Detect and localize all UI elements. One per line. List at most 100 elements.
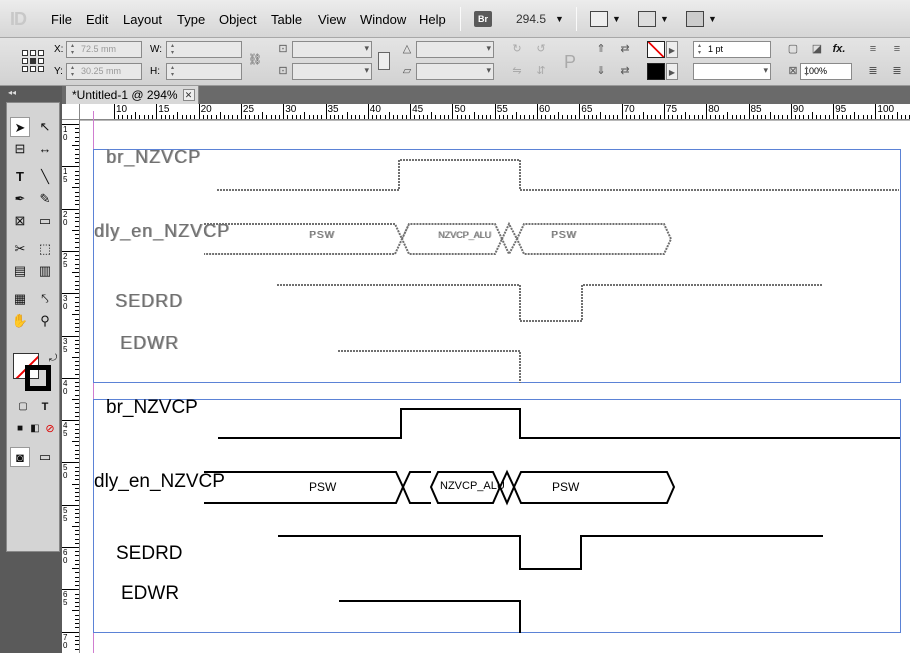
zoom-level[interactable]: 294.5 [516, 12, 546, 26]
menu-type[interactable]: Type [177, 12, 205, 27]
line-tool-icon[interactable]: ╲ [35, 167, 55, 187]
selection-tool-icon[interactable]: ➤ [10, 117, 30, 137]
ruler-tick [75, 195, 79, 197]
flip-vertical-icon[interactable]: ⇵ [532, 63, 550, 80]
ruler-tick [75, 322, 79, 324]
align-center-icon[interactable]: ≡ [888, 41, 906, 58]
rectangle-frame-tool-icon[interactable]: ⊠ [10, 211, 30, 231]
select-previous-icon[interactable]: ⇄ [616, 41, 634, 58]
menu-help[interactable]: Help [419, 12, 446, 27]
gradient-feather-tool-icon[interactable]: ▥ [35, 261, 55, 281]
screen-mode-button[interactable] [638, 11, 656, 27]
scale-x-select[interactable] [292, 41, 372, 58]
type-tool-icon[interactable]: T [10, 167, 30, 187]
tools-panel: ◂◂ ➤ ↖ ⊟ ↔ T ╲ ✒ ✎ ⊠ ▭ ✂ ⬚ ▤ ▥ ▦ ⤣ ✋ ⚲ ⤾… [0, 86, 62, 653]
distribute-center-icon[interactable]: ≣ [888, 63, 906, 80]
menu-separator [460, 7, 461, 31]
stroke-weight-field[interactable]: 1 pt [693, 41, 771, 58]
view-options-dropdown-icon[interactable]: ▼ [612, 14, 621, 24]
ruler-tick [62, 208, 79, 210]
free-transform-tool-icon[interactable]: ⬚ [35, 239, 55, 259]
link-scale-icon[interactable] [378, 52, 390, 70]
rectangle-tool-icon[interactable]: ▭ [35, 211, 55, 231]
preview-view-icon[interactable]: ▭ [35, 447, 55, 467]
ruler-tick [72, 187, 79, 189]
drop-shadow-icon[interactable]: ▢ [784, 41, 802, 58]
x-field[interactable]: 72.5 mm [66, 41, 142, 58]
fx-button[interactable]: fx. [830, 41, 848, 58]
rotate-cw-icon[interactable]: ↻ [508, 41, 526, 58]
gap-tool-icon[interactable]: ↔ [35, 139, 55, 159]
scale-y-select[interactable] [292, 63, 372, 80]
select-next-icon[interactable]: ⇄ [616, 63, 634, 80]
ruler-tick [75, 221, 79, 223]
collapse-panel-icon[interactable]: ◂◂ [8, 88, 16, 97]
ruler-label: 5 [63, 429, 68, 439]
document-canvas[interactable]: br_NZVCP dly_en_NZVCP SEDRD EDWR PSW NZV… [80, 111, 910, 653]
waveform-sedrd [278, 535, 823, 570]
zoom-tool-icon[interactable]: ⚲ [35, 311, 55, 331]
distribute-icon[interactable]: ≣ [864, 63, 882, 80]
select-content-icon[interactable]: ⇓ [592, 63, 610, 80]
ruler-tick [75, 339, 79, 341]
ruler-tick [75, 386, 79, 388]
zoom-dropdown-icon[interactable]: ▼ [555, 14, 564, 24]
constrain-proportions-icon[interactable]: ⛓ [246, 52, 264, 69]
ruler-tick [75, 551, 79, 553]
height-field[interactable] [166, 63, 242, 80]
gradient-swatch-tool-icon[interactable]: ▤ [10, 261, 30, 281]
apply-none-icon[interactable]: ⊘ [40, 419, 60, 439]
flip-horizontal-icon[interactable]: ⇋ [508, 63, 526, 80]
width-field[interactable] [166, 41, 242, 58]
normal-view-icon[interactable]: ◙ [10, 447, 30, 467]
menu-layout[interactable]: Layout [123, 12, 162, 27]
hand-tool-icon[interactable]: ✋ [10, 311, 30, 331]
formatting-text-icon[interactable]: T [35, 397, 55, 417]
ruler-tick [75, 174, 79, 176]
menu-file[interactable]: File [51, 12, 72, 27]
arrange-documents-dropdown-icon[interactable]: ▼ [708, 14, 717, 24]
ruler-tick [75, 428, 79, 430]
eyedropper-tool-icon[interactable]: ⤣ [35, 289, 55, 309]
scissors-tool-icon[interactable]: ✂ [10, 239, 30, 259]
close-icon[interactable]: ✕ [182, 89, 195, 101]
pencil-tool-icon[interactable]: ✎ [35, 189, 55, 209]
menu-edit[interactable]: Edit [86, 12, 108, 27]
fill-swatch-icon[interactable] [647, 41, 665, 58]
view-options-button[interactable] [590, 11, 608, 27]
reference-point-icon[interactable] [22, 50, 44, 72]
rotate-ccw-icon[interactable]: ↺ [532, 41, 550, 58]
page-tool-icon[interactable]: ⊟ [10, 139, 30, 159]
menu-separator [576, 7, 577, 31]
ruler-tick [72, 610, 79, 612]
rotation-select[interactable] [416, 41, 494, 58]
vertical-ruler[interactable]: 10152025303540455055606570 [62, 104, 80, 653]
opacity-field[interactable]: 100% [800, 63, 852, 80]
screen-mode-dropdown-icon[interactable]: ▼ [660, 14, 669, 24]
swap-fill-stroke-icon[interactable]: ⤾ [43, 349, 63, 369]
ruler-tick [62, 420, 79, 422]
menu-view[interactable]: View [318, 12, 346, 27]
y-field[interactable]: 30.25 mm [66, 63, 142, 80]
ruler-tick [62, 589, 79, 591]
stroke-type-select[interactable] [693, 63, 771, 80]
menu-window[interactable]: Window [360, 12, 406, 27]
ruler-tick [75, 521, 79, 523]
pen-tool-icon[interactable]: ✒ [10, 189, 30, 209]
align-left-icon[interactable]: ≡ [864, 41, 882, 58]
arrange-documents-button[interactable] [686, 11, 704, 27]
stroke-swatch-dropdown-icon[interactable]: ▶ [666, 63, 678, 80]
menu-table[interactable]: Table [271, 12, 302, 27]
formatting-container-icon[interactable]: ▢ [13, 397, 33, 417]
stroke-swatch-icon[interactable] [647, 63, 665, 80]
direct-selection-tool-icon[interactable]: ↖ [35, 117, 55, 137]
shear-select[interactable] [416, 63, 494, 80]
document-tab[interactable]: *Untitled-1 @ 294% ✕ [66, 86, 199, 104]
fill-swatch-dropdown-icon[interactable]: ▶ [666, 41, 678, 58]
note-tool-icon[interactable]: ▦ [10, 289, 30, 309]
ruler-origin[interactable] [62, 104, 80, 120]
select-container-icon[interactable]: ⇑ [592, 41, 610, 58]
object-effects-icon[interactable]: ◪ [808, 41, 826, 58]
bridge-button[interactable]: Br [474, 11, 492, 27]
menu-object[interactable]: Object [219, 12, 257, 27]
